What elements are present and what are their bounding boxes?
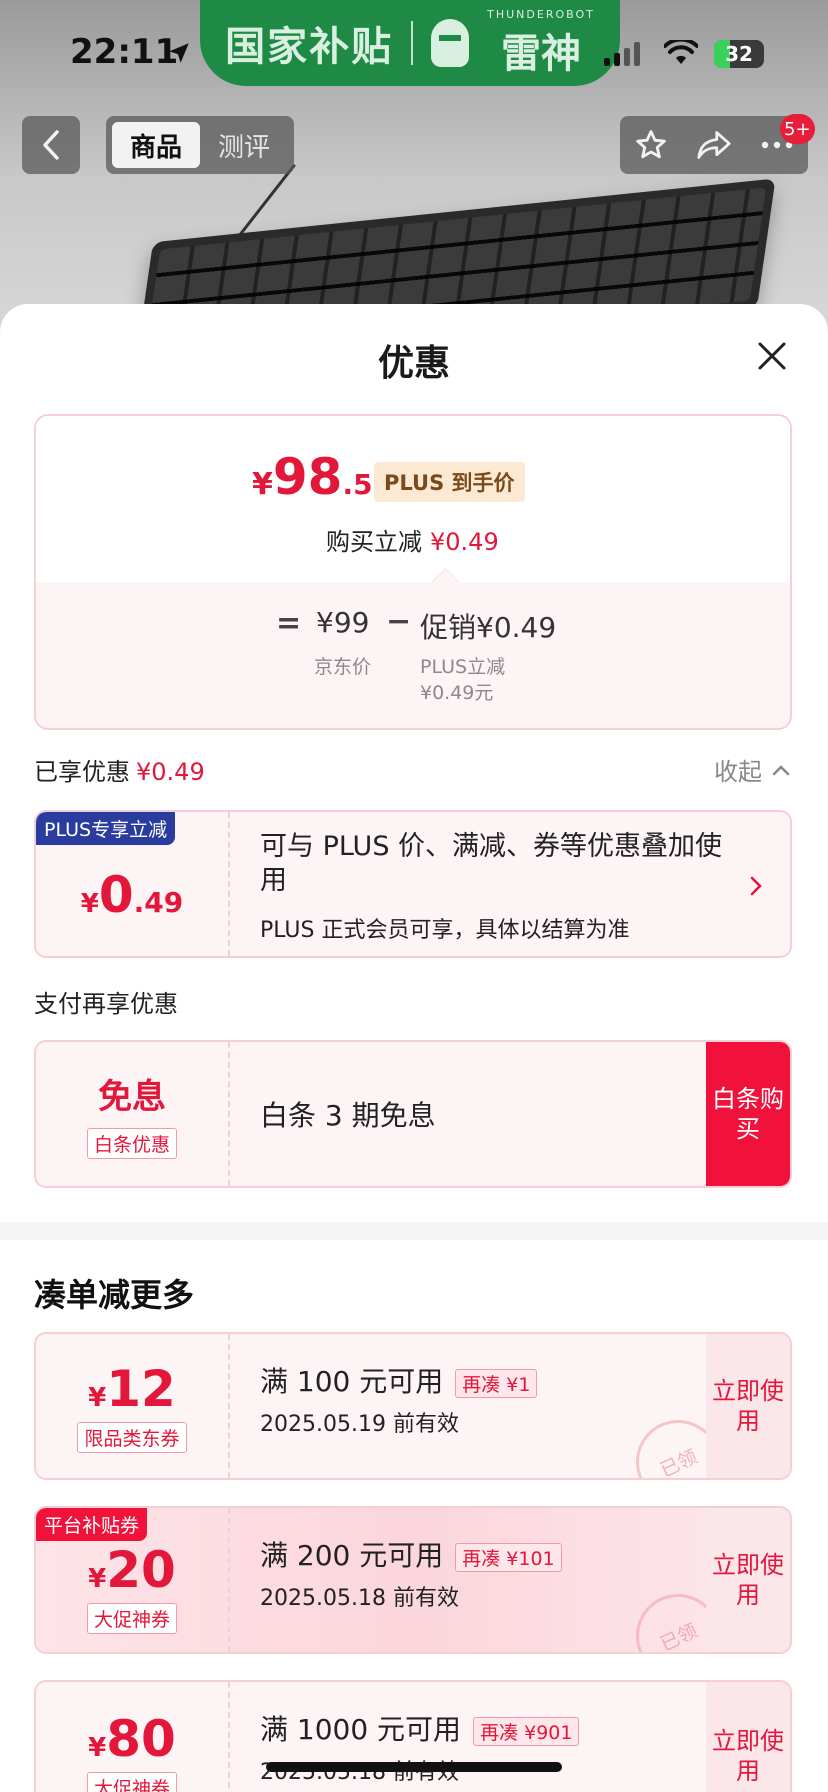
tab-goods[interactable]: 商品 xyxy=(112,122,200,168)
share-icon[interactable] xyxy=(696,129,732,161)
location-arrow-icon xyxy=(169,43,189,63)
message-count-badge: 5+ xyxy=(780,114,815,144)
plus-discount-decimal: .49 xyxy=(133,886,184,919)
plus-price-tag: PLUS 到手价 xyxy=(374,462,525,502)
use-now-button[interactable]: 立即使用 xyxy=(706,1682,790,1792)
star-favorite-icon[interactable] xyxy=(634,128,668,162)
baitiao-card: 免息 白条优惠 白条 3 期免息 白条购买 xyxy=(34,1040,792,1188)
tab-switcher: 商品 测评 xyxy=(106,116,294,174)
plus-discount-integer: 0 xyxy=(98,866,134,924)
coupon-threshold: 满 200 元可用 再凑 ¥101 xyxy=(260,1534,562,1574)
final-price-integer: 98 xyxy=(272,448,343,506)
final-price: ¥ 98 .51 xyxy=(252,448,392,506)
collapse-label: 收起 xyxy=(714,758,762,786)
plus-discount-info: 可与 PLUS 价、满减、券等优惠叠加使用 PLUS 正式会员可享，具体以结算为… xyxy=(260,812,730,956)
baitiao-left: 免息 白条优惠 xyxy=(36,1042,230,1186)
enjoyed-discount-value: ¥0.49 xyxy=(136,758,205,786)
coupon-amount-area: ¥ 12 限品类东券 xyxy=(36,1334,230,1478)
promotion-detail: PLUS立减 ¥0.49元 xyxy=(420,654,505,706)
jd-price-label: 京东价 xyxy=(314,656,372,678)
more-discount-heading: 凑单减更多 xyxy=(34,1276,195,1314)
status-time: 22:11 xyxy=(70,32,179,72)
plus-discount-amount: ¥ 0 .49 xyxy=(81,866,184,924)
promotion-detail-line1: PLUS立减 xyxy=(420,656,506,678)
coupon-amount-area: ¥ 80 大促神券 xyxy=(36,1682,230,1792)
use-now-button[interactable]: 立即使用 xyxy=(706,1508,790,1652)
purchase-reduction-value: ¥0.49 xyxy=(430,528,499,556)
chevron-right-icon xyxy=(750,876,762,896)
cellular-signal-icon xyxy=(604,42,640,66)
plus-exclusive-ribbon: PLUS专享立减 xyxy=(36,812,176,845)
coupon-card: ¥ 20 大促神券 平台补贴券 满 200 元可用 再凑 ¥101 2025.05… xyxy=(34,1506,792,1654)
coupon-card: ¥ 80 大促神券 满 1000 元可用 再凑 ¥901 2025.05.18 前… xyxy=(34,1680,792,1792)
plus-discount-card[interactable]: ¥ 0 .49 PLUS专享立减 可与 PLUS 价、满减、券等优惠叠加使用 P… xyxy=(34,810,792,958)
coupon-type-label: 限品类东券 xyxy=(77,1421,187,1453)
coupon-threshold-text: 满 1000 元可用 xyxy=(260,1713,462,1746)
battery-level: 32 xyxy=(725,42,753,66)
baitiao-discount-label: 白条优惠 xyxy=(86,1128,177,1159)
coupon-expiry: 2025.05.18 前有效 xyxy=(260,1586,459,1611)
purchase-reduction: 购买立减 ¥0.49 xyxy=(326,522,499,557)
coupon-threshold: 满 100 元可用 再凑 ¥1 xyxy=(260,1360,538,1400)
back-button[interactable] xyxy=(22,116,80,174)
status-bar: 22:11 32 xyxy=(0,0,828,100)
coupon-amount-value: 80 xyxy=(106,1710,176,1768)
baitiao-buy-button[interactable]: 白条购买 xyxy=(706,1042,790,1186)
coupon-card: ¥ 12 限品类东券 满 100 元可用 再凑 ¥1 2025.05.19 前有效… xyxy=(34,1332,792,1480)
collapse-toggle[interactable]: 收起 xyxy=(714,752,790,787)
purchase-reduction-label: 购买立减 xyxy=(326,528,422,556)
home-indicator xyxy=(266,1762,562,1772)
currency-symbol: ¥ xyxy=(252,467,273,502)
coupon-remaining-tag: 再凑 ¥101 xyxy=(455,1542,562,1572)
chevron-left-icon xyxy=(43,130,59,160)
coupon-type-label: 大促神券 xyxy=(86,1772,177,1792)
chevron-up-icon xyxy=(772,764,790,775)
coupon-remaining-tag: 再凑 ¥1 xyxy=(455,1368,538,1398)
price-breakdown-card: ¥ 98 .51 PLUS 到手价 购买立减 ¥0.49 = ¥99 京东价 − … xyxy=(34,414,792,730)
plus-discount-title: 可与 PLUS 价、满减、券等优惠叠加使用 xyxy=(260,831,723,896)
section-divider xyxy=(0,1222,828,1240)
coupon-amount-value: 12 xyxy=(106,1359,176,1418)
enjoyed-discount-row: 已享优惠 ¥0.49 xyxy=(34,752,205,787)
use-now-button[interactable]: 立即使用 xyxy=(706,1334,790,1478)
jd-price: ¥99 xyxy=(316,606,370,639)
promotion-amount: 促销¥0.49 xyxy=(420,611,557,644)
interest-free-label: 免息 xyxy=(98,1077,166,1117)
currency-symbol: ¥ xyxy=(80,889,99,919)
coupon-amount: ¥ 12 xyxy=(88,1360,176,1418)
payment-discount-heading: 支付再享优惠 xyxy=(34,990,178,1018)
coupon-threshold-text: 满 200 元可用 xyxy=(260,1539,444,1572)
equals-sign: = xyxy=(276,606,302,641)
close-icon[interactable] xyxy=(756,340,788,372)
coupon-info: 满 200 元可用 再凑 ¥101 2025.05.18 前有效 xyxy=(260,1508,680,1652)
coupon-info: 满 1000 元可用 再凑 ¥901 2025.05.18 前有效 xyxy=(260,1682,680,1792)
currency-symbol: ¥ xyxy=(88,1563,107,1594)
platform-subsidy-ribbon: 平台补贴券 xyxy=(36,1508,148,1541)
enjoyed-discount-label: 已享优惠 xyxy=(34,758,130,786)
coupon-amount-value: 20 xyxy=(106,1540,176,1599)
product-hero: 国家补贴 THUNDEROBOT 雷神 22:11 32 商品 测评 5+ xyxy=(0,0,828,330)
coupon-threshold: 满 1000 元可用 再凑 ¥901 xyxy=(260,1708,580,1748)
coupon-amount: ¥ 80 xyxy=(88,1710,176,1768)
tab-reviews[interactable]: 测评 xyxy=(200,127,288,164)
coupon-expiry: 2025.05.19 前有效 xyxy=(260,1412,459,1437)
minus-sign: − xyxy=(386,604,412,639)
coupon-info: 满 100 元可用 再凑 ¥1 2025.05.19 前有效 xyxy=(260,1334,680,1478)
baitiao-title: 白条 3 期免息 xyxy=(260,1099,436,1132)
baitiao-info: 白条 3 期免息 xyxy=(260,1042,680,1186)
wifi-icon xyxy=(664,40,698,64)
promotion-detail-line2: ¥0.49元 xyxy=(420,682,494,704)
currency-symbol: ¥ xyxy=(88,1382,107,1413)
coupon-type-label: 大促神券 xyxy=(86,1602,177,1634)
plus-discount-subtitle: PLUS 正式会员可享，具体以结算为准 xyxy=(260,918,630,943)
sheet-title: 优惠 xyxy=(377,343,450,384)
coupon-remaining-tag: 再凑 ¥901 xyxy=(473,1716,580,1746)
currency-symbol: ¥ xyxy=(88,1733,107,1763)
battery-indicator: 32 xyxy=(714,40,764,68)
coupon-amount: ¥ 20 xyxy=(88,1541,176,1599)
discount-sheet: 优惠 ¥ 98 .51 PLUS 到手价 购买立减 ¥0.49 = ¥99 京东价… xyxy=(0,304,828,1792)
coupon-threshold-text: 满 100 元可用 xyxy=(260,1365,444,1398)
